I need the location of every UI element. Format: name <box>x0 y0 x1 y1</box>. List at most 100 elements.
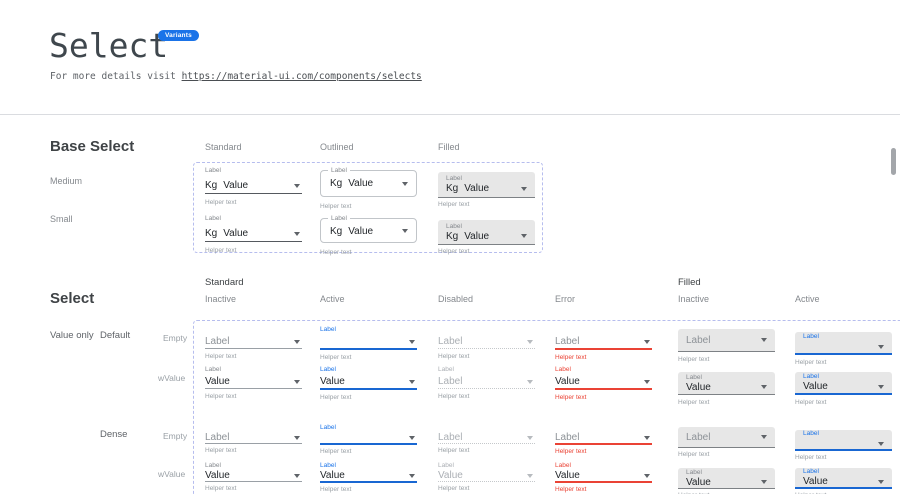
select-value: Value <box>803 476 828 487</box>
select-value: Label <box>438 336 462 347</box>
select-standard-active-default-wvalue: LabelValueHelper text <box>320 366 417 401</box>
select-control[interactable]: Value <box>555 375 652 388</box>
select-control[interactable] <box>320 335 417 348</box>
dropdown-arrow-icon <box>409 436 415 440</box>
select-value-row <box>803 438 884 449</box>
select-value: Value <box>320 376 345 387</box>
dropdown-arrow-icon <box>402 182 408 186</box>
dropdown-arrow-icon <box>294 232 300 236</box>
select-control[interactable]: Value <box>320 375 417 388</box>
select-control[interactable]: LabelValue <box>795 372 892 395</box>
select-underline <box>438 481 535 482</box>
dropdown-arrow-icon <box>644 340 650 344</box>
select-control[interactable]: Label <box>555 335 652 348</box>
dropdown-arrow-icon <box>527 474 533 478</box>
select-value: Label <box>205 336 229 347</box>
select-standard-error-dense-wvalue: LabelValueHelper text <box>555 462 652 493</box>
select-underline <box>205 481 302 482</box>
base-select-filled-small: LabelKgValue Helper text <box>438 220 535 255</box>
select-value-row: Value <box>686 477 767 488</box>
helper-text: Helper text <box>320 486 417 493</box>
select-floating-label <box>438 326 535 334</box>
helper-text: Helper text <box>438 201 535 208</box>
select-standard-error-default-empty: LabelHelper text <box>555 326 652 361</box>
select-control[interactable]: KgValue <box>205 227 302 241</box>
select-underline <box>555 481 652 483</box>
select-control[interactable]: LabelValue <box>678 468 775 489</box>
select-control[interactable]: Label <box>438 375 535 388</box>
dropdown-arrow-icon <box>761 338 767 342</box>
select-control[interactable]: Label <box>205 335 302 348</box>
select-standard-disabled-default-wvalue: LabelLabelHelper text <box>438 366 535 400</box>
select-filled-inactive-dense-empty: LabelHelper text <box>678 427 775 458</box>
row-label-wvalue-1: wValue <box>158 373 185 383</box>
column-header-active-5: Active <box>795 294 820 304</box>
helper-text: Helper text <box>438 248 535 255</box>
select-control[interactable]: LabelKgValue <box>320 170 417 197</box>
column-header-inactive-4: Inactive <box>678 294 709 304</box>
select-value: Value <box>686 382 711 393</box>
select-control[interactable]: Label <box>438 335 535 348</box>
column-header-standard: Standard <box>205 142 242 152</box>
select-standard-inactive-dense-wvalue: LabelValueHelper text <box>205 462 302 492</box>
docs-link[interactable]: https://material-ui.com/components/selec… <box>182 71 422 82</box>
select-floating-label: Label <box>320 424 417 432</box>
dropdown-arrow-icon <box>878 442 884 446</box>
select-control[interactable]: LabelValue <box>678 372 775 395</box>
select-control[interactable]: Label <box>438 433 535 443</box>
helper-text: Helper text <box>438 393 535 400</box>
select-value-row: Value <box>803 381 884 392</box>
select-control[interactable]: KgValue <box>205 179 302 193</box>
select-floating-label <box>205 326 302 334</box>
select-floating-label: Label <box>205 167 302 175</box>
select-floating-label: Label <box>803 333 884 341</box>
select-floating-label: Label <box>205 215 302 223</box>
select-control[interactable]: Value <box>438 471 535 481</box>
select-value-row: Label <box>686 432 767 443</box>
select-control[interactable]: Label <box>205 433 302 443</box>
helper-text: Helper text <box>555 486 652 493</box>
select-standard-error-dense-empty: LabelHelper text <box>555 424 652 455</box>
select-control[interactable]: Label <box>678 329 775 352</box>
select-value: Label <box>686 335 710 346</box>
select-control[interactable]: Value <box>205 471 302 481</box>
select-floating-label: Label <box>803 468 884 476</box>
page-title: Select <box>49 26 168 65</box>
select-floating-label: Label <box>205 366 302 374</box>
select-standard-inactive-default-empty: LabelHelper text <box>205 326 302 360</box>
column-header-inactive-0: Inactive <box>205 294 236 304</box>
select-underline <box>205 241 302 242</box>
row-group-label-value-only: Value only <box>50 330 94 341</box>
base-select-filled-medium: LabelKgValue Helper text <box>438 172 535 208</box>
select-underline <box>320 348 417 350</box>
select-control[interactable]: Label <box>555 433 652 443</box>
dropdown-arrow-icon <box>521 234 527 238</box>
select-control[interactable]: Label <box>795 332 892 355</box>
dropdown-arrow-icon <box>878 345 884 349</box>
helper-text: Helper text <box>438 353 535 360</box>
select-control[interactable]: Label <box>795 430 892 451</box>
select-control[interactable]: LabelKgValue <box>438 172 535 198</box>
select-control[interactable]: LabelKgValue <box>438 220 535 245</box>
select-control[interactable]: LabelKgValue <box>320 218 417 243</box>
scrollbar-thumb[interactable] <box>891 148 896 175</box>
select-value: Value <box>555 376 580 387</box>
row-label-wvalue-3: wValue <box>158 469 185 479</box>
select-value: Value <box>348 178 373 189</box>
select-floating-label: Label <box>320 462 417 470</box>
select-control[interactable]: Label <box>678 427 775 448</box>
select-value: Label <box>555 336 579 347</box>
dropdown-arrow-icon <box>294 184 300 188</box>
select-value: Label <box>555 432 579 443</box>
select-control[interactable]: Value <box>320 471 417 481</box>
select-control[interactable]: Value <box>555 471 652 481</box>
select-control[interactable] <box>320 433 417 443</box>
page: Select Variants For more details visit h… <box>0 0 900 494</box>
select-underline <box>320 443 417 445</box>
select-underline <box>205 348 302 349</box>
select-control[interactable]: LabelValue <box>795 468 892 489</box>
helper-text: Helper text <box>205 447 302 454</box>
select-floating-label <box>438 424 535 432</box>
select-control[interactable]: Value <box>205 375 302 388</box>
helper-text: Helper text <box>678 399 775 406</box>
